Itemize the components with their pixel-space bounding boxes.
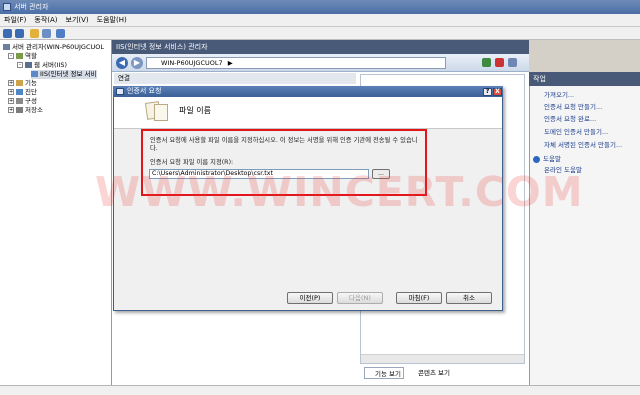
expand-icon[interactable]: + [8, 80, 14, 86]
iis-icon [31, 71, 38, 77]
nav-back-icon[interactable]: ◀ [116, 57, 128, 69]
address-bar: ◀ ▶ WIN-P60UJGCUOL7 ▶ [112, 54, 529, 72]
tree-config[interactable]: + 구성 [8, 97, 37, 106]
nav-forward-icon[interactable]: ▶ [131, 57, 143, 69]
breadcrumb-arrow-icon[interactable]: ▶ [228, 59, 233, 67]
menu-action[interactable]: 동작(A) [30, 14, 61, 27]
dialog-help-button[interactable]: ? [483, 88, 492, 96]
expand-icon[interactable]: + [8, 107, 14, 113]
view-tabs: 기능 보기 콘텐츠 보기 [360, 367, 525, 379]
forward-icon[interactable] [15, 29, 24, 38]
help-icon[interactable] [56, 29, 65, 38]
dialog-window-icon [116, 88, 124, 95]
expand-icon[interactable]: + [8, 98, 14, 104]
dialog-titlebar: 인증서 요청 [113, 86, 503, 97]
roles-icon [16, 53, 23, 59]
browse-button[interactable]: ... [372, 169, 390, 179]
tree-diagnostics[interactable]: + 진단 [8, 88, 37, 97]
menu-view[interactable]: 보기(V) [62, 14, 93, 27]
collapse-icon[interactable]: - [17, 62, 23, 68]
dialog-close-button[interactable]: X [493, 88, 502, 96]
action-complete-request[interactable]: 인증서 요청 완료... [544, 115, 596, 123]
refresh-icon[interactable] [482, 58, 491, 67]
webserver-icon [25, 62, 32, 68]
tree-features[interactable]: + 기능 [8, 79, 37, 88]
home-icon[interactable] [508, 58, 517, 67]
server-icon [3, 44, 10, 50]
next-button[interactable]: 다음(N) [337, 292, 383, 304]
collapse-icon[interactable]: - [8, 53, 14, 59]
action-online-help[interactable]: 온라인 도움말 [544, 166, 582, 174]
dialog-description: 인증서 요청에 사용할 파일 이름을 지정하십시오. 이 정보는 서명을 위해 … [150, 137, 418, 152]
menu-file[interactable]: 파일(F) [0, 14, 30, 27]
path-label: 인증서 요청 파일 이름 지정(R): [150, 159, 234, 166]
window-title: 서버 관리자 [14, 3, 49, 11]
server-manager-icon [3, 3, 11, 11]
menu-help[interactable]: 도움말(H) [93, 14, 131, 27]
action-import[interactable]: 가져오기... [544, 91, 574, 99]
cancel-button[interactable]: 취소 [446, 292, 492, 304]
finish-button[interactable]: 마침(F) [396, 292, 442, 304]
config-icon [16, 98, 23, 104]
toolbar [0, 27, 640, 40]
dialog-banner [114, 97, 502, 129]
address-field[interactable]: WIN-P60UJGCUOL7 ▶ [146, 57, 446, 69]
show-hide-tree-icon[interactable] [42, 29, 51, 38]
tree-storage[interactable]: + 저장소 [8, 106, 43, 115]
action-create-request[interactable]: 인증서 요청 만들기... [544, 103, 602, 111]
iis-manager-header: IIS(인터넷 정보 서비스) 관리자 [112, 40, 529, 54]
menu-bar: 파일(F) 동작(A) 보기(V) 도움말(H) [0, 14, 640, 27]
horizontal-scrollbar[interactable] [361, 354, 524, 363]
status-bar [0, 385, 640, 395]
diagnostics-icon [16, 89, 23, 95]
tree-root[interactable]: 서버 관리자(WIN-P60UJGCUOL [3, 43, 104, 52]
file-path-input[interactable]: C:\Users\Administrator\Desktop\csr.txt [149, 169, 369, 179]
certificate-icon [154, 104, 168, 121]
tree-iis[interactable]: IIS(인터넷 정보 서비 [31, 70, 97, 79]
tree-roles[interactable]: - 역할 [8, 52, 37, 61]
stop-icon[interactable] [495, 58, 504, 67]
window-titlebar: 서버 관리자 [0, 0, 640, 14]
folder-up-icon[interactable] [30, 29, 39, 38]
storage-icon [16, 107, 23, 113]
features-icon [16, 80, 23, 86]
tab-features-view[interactable]: 기능 보기 [364, 367, 404, 379]
help-circle-icon [533, 155, 540, 163]
tab-content-view[interactable]: 콘텐츠 보기 [408, 367, 450, 379]
actions-header: 작업 [529, 72, 640, 86]
action-create-domain-cert[interactable]: 도메인 인증서 만들기... [544, 128, 608, 136]
back-icon[interactable] [3, 29, 12, 38]
dialog-heading: 파일 이름 [179, 106, 211, 115]
expand-icon[interactable]: + [8, 89, 14, 95]
tree-webserver[interactable]: -웹 서버(IIS) [17, 61, 67, 70]
previous-button[interactable]: 이전(P) [287, 292, 333, 304]
action-create-selfsigned[interactable]: 자체 서명된 인증서 만들기... [544, 141, 622, 149]
action-help[interactable]: 도움말 [533, 155, 561, 163]
connections-header: 연결 [114, 73, 356, 84]
